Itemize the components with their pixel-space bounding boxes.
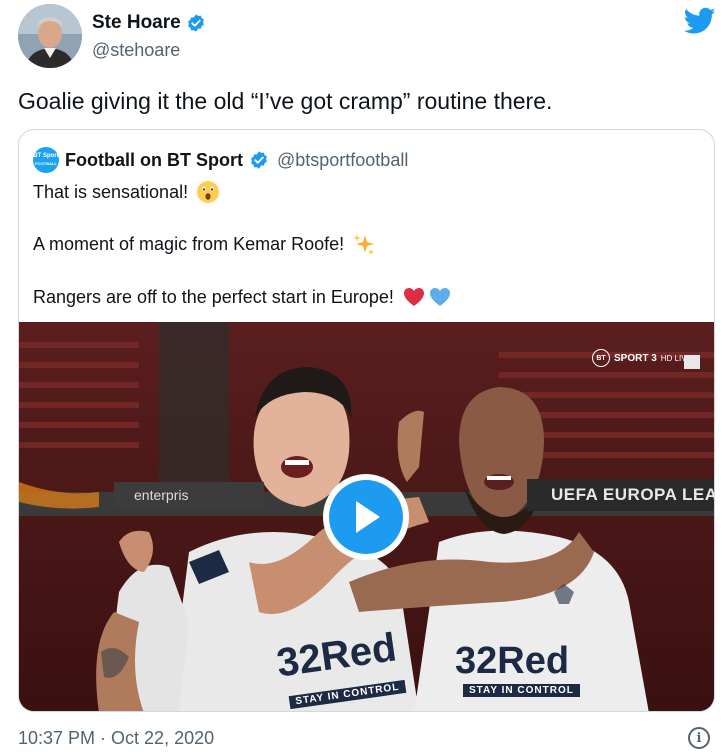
verified-badge-icon	[186, 13, 206, 33]
avatar[interactable]	[18, 4, 82, 68]
channel-badge	[683, 355, 700, 369]
quoted-avatar-text-bottom: FOOTBALL	[35, 161, 57, 166]
quoted-tweet-header[interactable]: BT Sport FOOTBALL Football on BT Sport @…	[33, 147, 408, 173]
quoted-text-line-2: A moment of magic from Kemar Roofe!	[33, 233, 345, 254]
channel-name: SPORT 3	[614, 352, 657, 364]
video-player[interactable]: 32Red STAY IN CONTROL 32Red STAY IN CONT…	[19, 322, 714, 711]
stadium-ad-board: enterpris	[114, 482, 264, 508]
play-button[interactable]	[323, 474, 409, 560]
info-icon[interactable]: i	[688, 727, 710, 749]
twitter-bird-icon[interactable]	[683, 7, 716, 35]
play-icon[interactable]	[348, 497, 384, 537]
author-name-row[interactable]: Ste Hoare	[92, 12, 206, 34]
quoted-text-line: That is sensational!	[33, 180, 220, 204]
quoted-text-line-1: That is sensational!	[33, 181, 189, 202]
channel-watermark: BT SPORT 3 HD LIVE	[592, 347, 700, 369]
quoted-text-line: A moment of magic from Kemar Roofe!	[33, 232, 376, 256]
sponsor-subtitle-right: STAY IN CONTROL	[463, 684, 580, 697]
sponsor-logo-right: 32Red	[455, 640, 570, 682]
red-heart-emoji	[402, 285, 426, 309]
astonished-face-emoji	[196, 180, 220, 204]
author-handle[interactable]: @stehoare	[92, 40, 180, 61]
author-display-name[interactable]: Ste Hoare	[92, 12, 181, 34]
quoted-avatar-text-top: BT Sport	[33, 153, 59, 159]
bt-logo-icon: BT	[592, 349, 610, 367]
play-button-inner[interactable]	[329, 480, 403, 554]
tweet-text: Goalie giving it the old “I’ve got cramp…	[18, 88, 553, 114]
tweet-timestamp[interactable]: 10:37 PM · Oct 22, 2020	[18, 728, 214, 749]
competition-banner: UEFA EUROPA LEAG	[527, 479, 714, 511]
quoted-text-line-3: Rangers are off to the perfect start in …	[33, 286, 394, 307]
quoted-display-name[interactable]: Football on BT Sport	[65, 150, 243, 171]
quoted-avatar[interactable]: BT Sport FOOTBALL	[33, 147, 59, 173]
quoted-text-line: Rangers are off to the perfect start in …	[33, 285, 452, 309]
quoted-handle[interactable]: @btsportfootball	[277, 150, 408, 171]
quoted-tweet[interactable]: BT Sport FOOTBALL Football on BT Sport @…	[18, 129, 715, 712]
sparkles-emoji	[352, 232, 376, 256]
blue-heart-emoji	[428, 285, 452, 309]
verified-badge-icon	[249, 150, 269, 170]
